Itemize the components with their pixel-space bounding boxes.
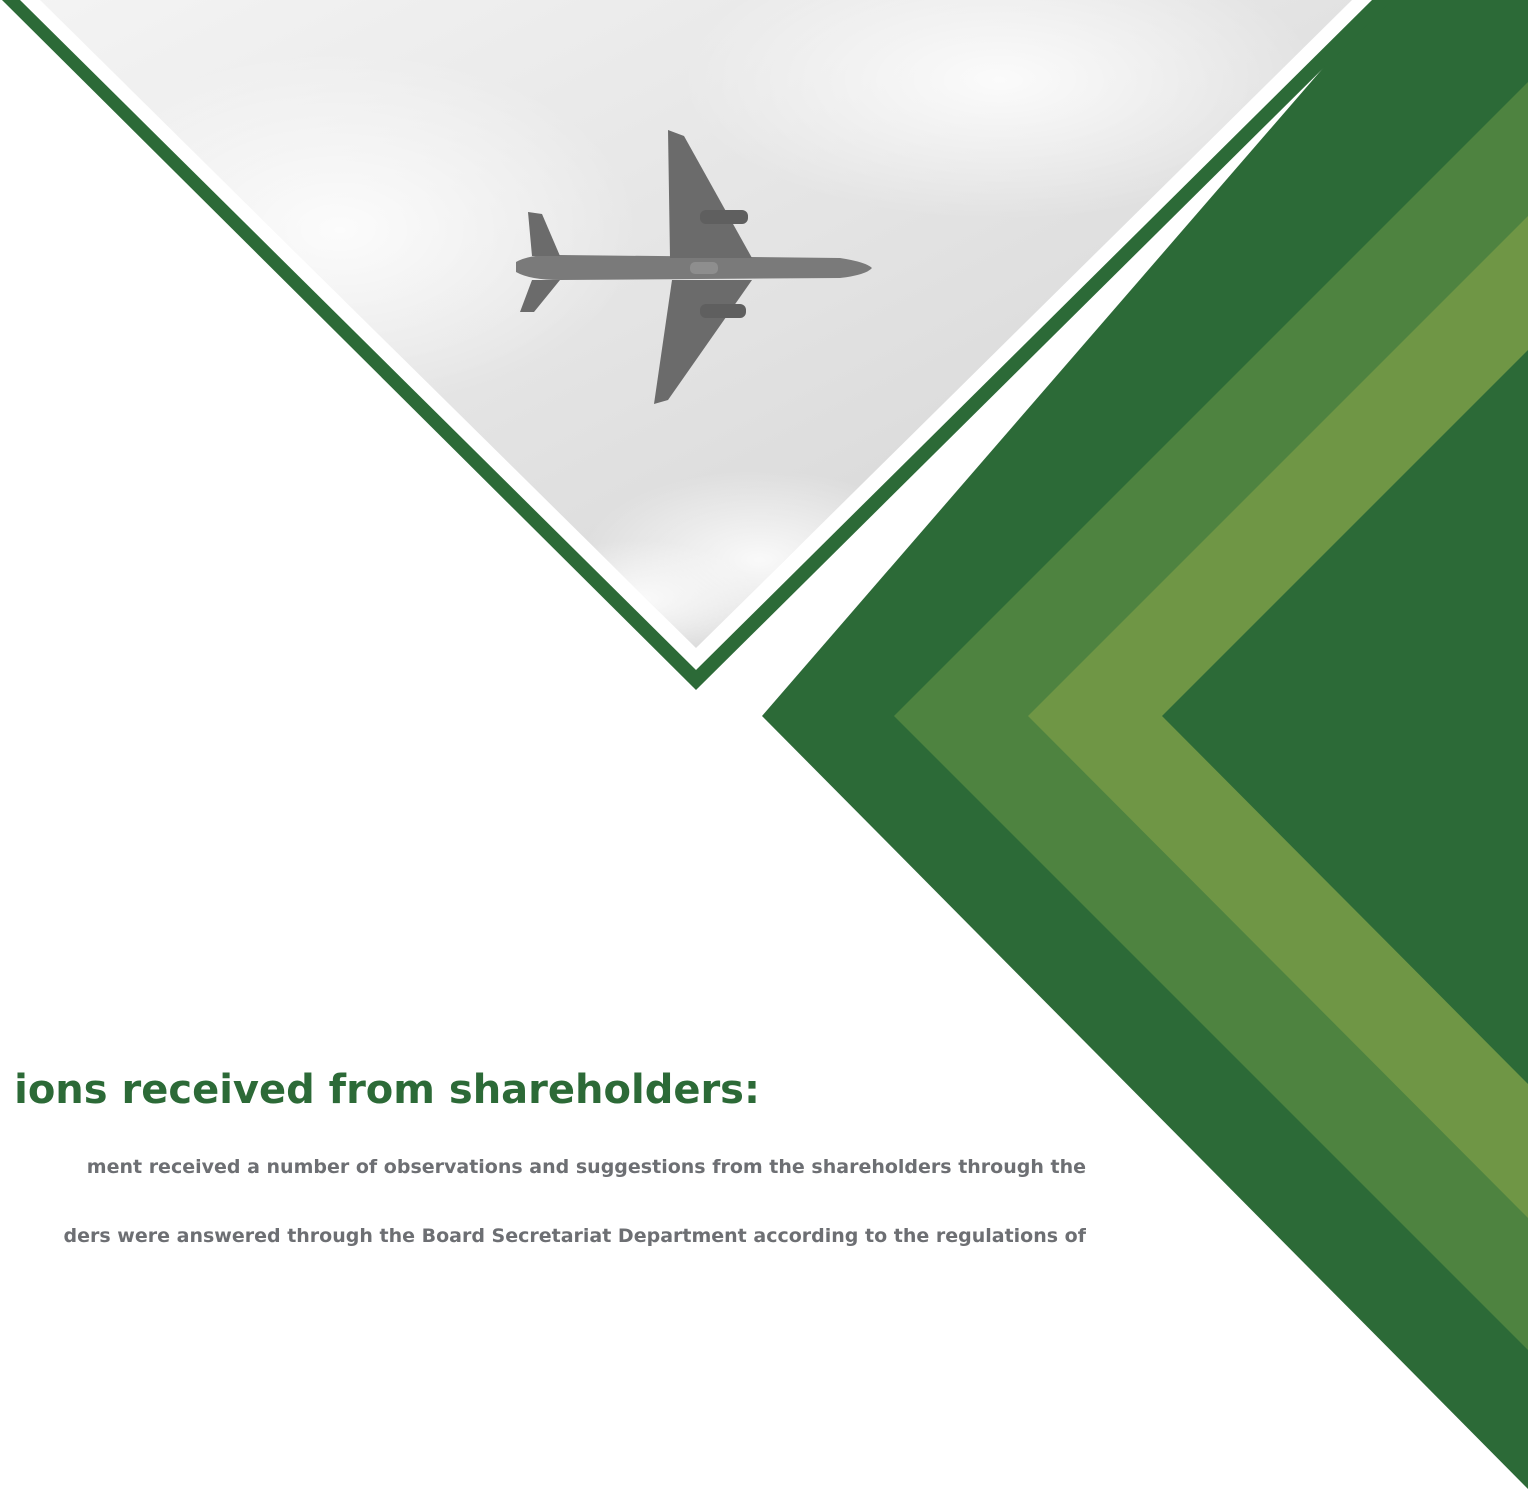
section-heading: ions received from shareholders: [14,1067,760,1113]
annual-report-page: ions received from shareholders: ment re… [0,0,1528,1489]
paragraph-line-1: ment received a number of observations a… [86,1156,1086,1178]
paragraph-line-2: ders were answered through the Board Sec… [63,1225,1086,1247]
decorative-artwork [2,0,1528,1489]
